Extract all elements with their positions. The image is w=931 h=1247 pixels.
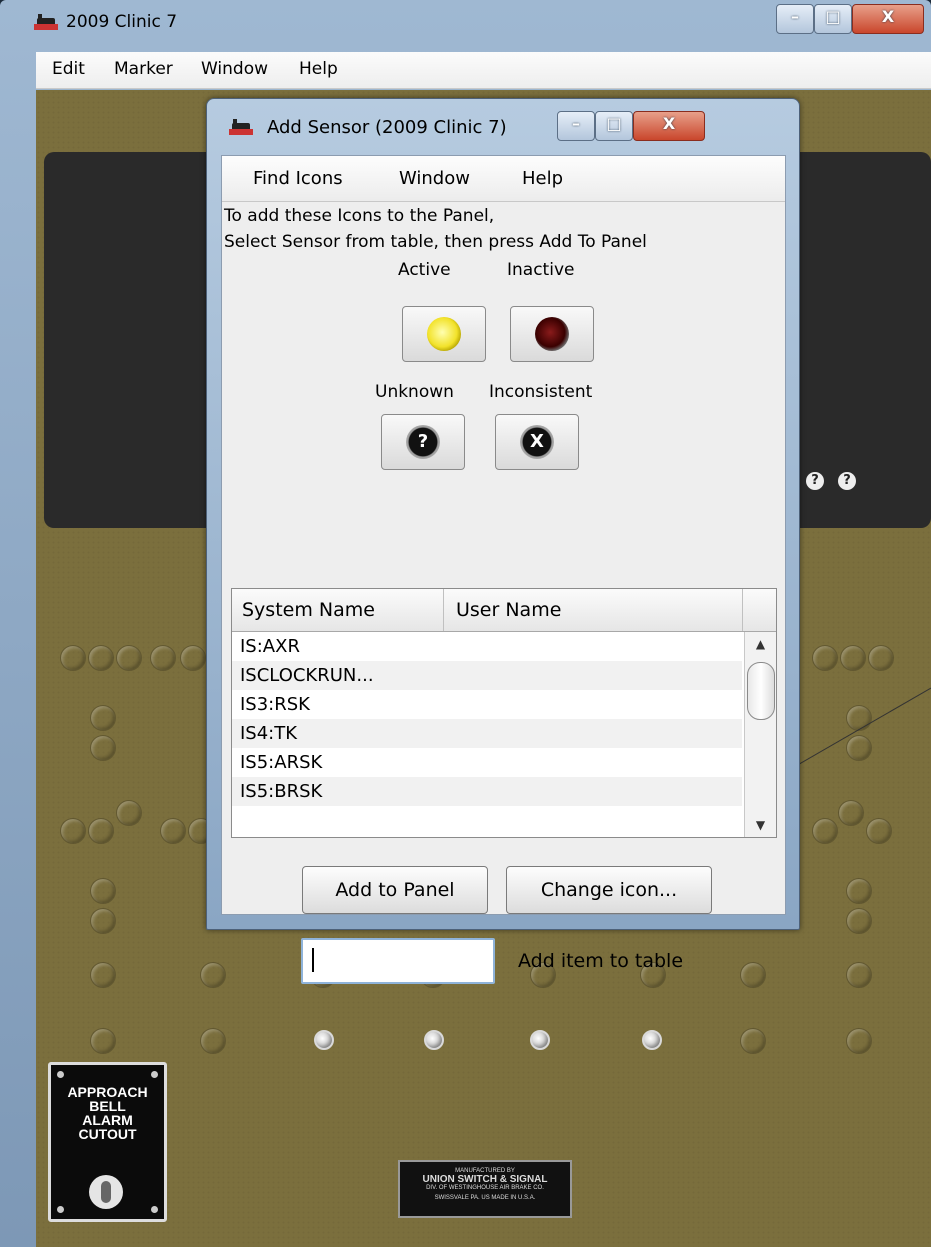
column-header-user-name[interactable]: User Name	[456, 599, 561, 621]
dialog-menubar: Find Icons Window Help	[222, 156, 785, 202]
x-mark-icon: X	[520, 425, 554, 459]
app-locomotive-icon	[229, 119, 253, 137]
scroll-up-icon[interactable]: ▲	[745, 632, 776, 656]
inactive-lamp-icon	[535, 317, 569, 351]
text-caret	[312, 948, 314, 972]
menu-help[interactable]: Help	[522, 168, 563, 189]
table-row[interactable]: IS:AXR	[232, 632, 742, 661]
inactive-label: Inactive	[507, 260, 575, 280]
sensor-table: System Name User Name IS:AXR ISCLOCKRUN.…	[231, 588, 777, 838]
table-row[interactable]: IS3:RSK	[232, 690, 742, 719]
inactive-icon-button[interactable]	[510, 306, 594, 362]
menu-find-icons[interactable]: Find Icons	[253, 168, 343, 189]
inconsistent-label: Inconsistent	[489, 382, 593, 402]
change-icon-button[interactable]: Change icon...	[506, 866, 712, 914]
dialog-minimize-button[interactable]: –	[557, 111, 595, 141]
dialog-maximize-button[interactable]: □	[595, 111, 633, 141]
unknown-icon-button[interactable]: ?	[381, 414, 465, 470]
dialog-content: Find Icons Window Help To add these Icon…	[221, 155, 786, 984]
table-header: System Name User Name	[232, 589, 776, 632]
active-lamp-icon	[427, 317, 461, 351]
dialog-close-button[interactable]: X	[633, 111, 705, 141]
unknown-label: Unknown	[375, 382, 454, 402]
column-header-system-name[interactable]: System Name	[242, 599, 375, 621]
active-label: Active	[398, 260, 451, 280]
table-row[interactable]: IS5:ARSK	[232, 748, 742, 777]
add-item-input[interactable]	[301, 938, 495, 984]
dialog-title: Add Sensor (2009 Clinic 7)	[267, 117, 507, 138]
table-row[interactable]: IS4:TK	[232, 719, 742, 748]
add-to-panel-button[interactable]: Add to Panel	[302, 866, 488, 914]
table-scrollbar[interactable]: ▲ ▼	[744, 632, 776, 837]
table-row[interactable]: ISCLOCKRUN...	[232, 661, 742, 690]
inconsistent-icon-button[interactable]: X	[495, 414, 579, 470]
instruction-line-2: Select Sensor from table, then press Add…	[224, 232, 647, 252]
question-mark-icon: ?	[406, 425, 440, 459]
instruction-line-1: To add these Icons to the Panel,	[224, 206, 495, 226]
scrollbar-thumb[interactable]	[747, 662, 775, 720]
add-sensor-dialog: Add Sensor (2009 Clinic 7) – □ X Find Ic…	[206, 98, 800, 984]
scroll-down-icon[interactable]: ▼	[745, 813, 776, 837]
menu-window[interactable]: Window	[399, 168, 470, 189]
active-icon-button[interactable]	[402, 306, 486, 362]
table-row[interactable]: IS5:BRSK	[232, 777, 742, 806]
add-item-label: Add item to table	[518, 950, 684, 972]
